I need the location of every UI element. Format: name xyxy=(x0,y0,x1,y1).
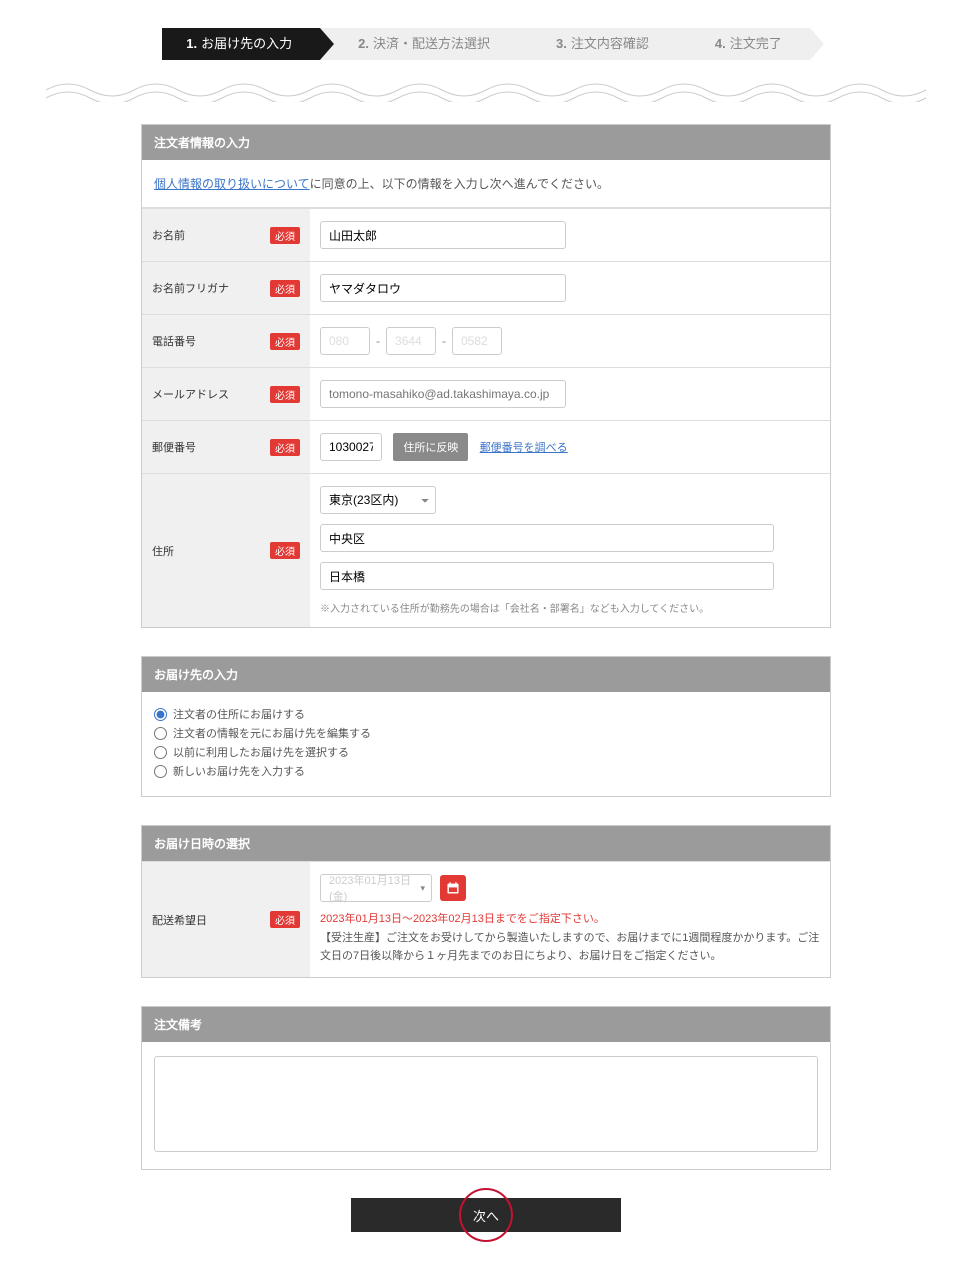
name-input[interactable] xyxy=(320,221,566,249)
address-label: 住所 必須 xyxy=(142,474,310,627)
shipping-radio-0[interactable] xyxy=(154,708,167,721)
address-note: ※入力されている住所が勤務先の場合は「会社名・部署名」なども入力してください。 xyxy=(320,600,820,615)
shipping-option[interactable]: 新しいお届け先を入力する xyxy=(154,763,818,779)
kana-input[interactable] xyxy=(320,274,566,302)
remarks-textarea[interactable] xyxy=(154,1056,818,1152)
delivery-date-label: 配送希望日 必須 xyxy=(142,862,310,977)
tel-label: 電話番号 必須 xyxy=(142,315,310,367)
postal-label: 郵便番号 必須 xyxy=(142,421,310,473)
postal-lookup-link[interactable]: 郵便番号を調べる xyxy=(480,442,568,454)
city-input[interactable] xyxy=(320,524,774,552)
remarks-heading: 注文備考 xyxy=(142,1007,830,1042)
shipping-option[interactable]: 注文者の情報を元にお届け先を編集する xyxy=(154,725,818,741)
tel-input-1[interactable] xyxy=(320,327,370,355)
prefecture-select[interactable]: 東京(23区内) xyxy=(320,486,436,514)
wave-divider xyxy=(46,78,926,102)
shipping-option[interactable]: 注文者の住所にお届けする xyxy=(154,706,818,722)
name-label: お名前 必須 xyxy=(142,209,310,261)
shipping-radio-2[interactable] xyxy=(154,746,167,759)
remarks-panel: 注文備考 xyxy=(141,1006,831,1170)
shipping-panel: お届け先の入力 注文者の住所にお届けする 注文者の情報を元にお届け先を編集する … xyxy=(141,656,831,797)
kana-label: お名前フリガナ 必須 xyxy=(142,262,310,314)
next-button[interactable]: 次へ xyxy=(351,1198,621,1232)
postal-input[interactable] xyxy=(320,433,382,461)
address-rest-input[interactable] xyxy=(320,562,774,590)
reflect-address-button[interactable]: 住所に反映 xyxy=(393,433,468,461)
tel-input-2[interactable] xyxy=(386,327,436,355)
privacy-notice: 個人情報の取り扱いについてに同意の上、以下の情報を入力し次へ進んでください。 xyxy=(142,160,830,208)
privacy-link[interactable]: 個人情報の取り扱いについて xyxy=(154,177,310,191)
calendar-icon[interactable] xyxy=(440,875,466,901)
shipping-radio-3[interactable] xyxy=(154,765,167,778)
delivery-heading: お届け日時の選択 xyxy=(142,826,830,861)
required-badge: 必須 xyxy=(270,227,300,244)
email-label: メールアドレス 必須 xyxy=(142,368,310,420)
shipping-option[interactable]: 以前に利用したお届け先を選択する xyxy=(154,744,818,760)
email-input[interactable] xyxy=(320,380,566,408)
step-4: 4.注文完了 xyxy=(677,28,810,60)
delivery-range-text: 2023年01月13日～2023年02月13日までをご指定下さい。 xyxy=(320,910,820,926)
step-2: 2.決済・配送方法選択 xyxy=(320,28,518,60)
delivery-desc-text: 【受注生産】ご注文をお受けしてから製造いたしますので、お届けまでに1週間程度かか… xyxy=(320,932,819,962)
orderer-heading: 注文者情報の入力 xyxy=(142,125,830,160)
tel-input-3[interactable] xyxy=(452,327,502,355)
shipping-heading: お届け先の入力 xyxy=(142,657,830,692)
delivery-date-select[interactable]: 2023年01月13日(金) xyxy=(320,874,432,902)
delivery-panel: お届け日時の選択 配送希望日 必須 2023年01月13日(金) 2023年01… xyxy=(141,825,831,978)
shipping-radio-1[interactable] xyxy=(154,727,167,740)
step-1: 1.お届け先の入力 xyxy=(162,28,320,60)
step-3: 3.注文内容確認 xyxy=(518,28,677,60)
checkout-steps: 1.お届け先の入力 2.決済・配送方法選択 3.注文内容確認 4.注文完了 xyxy=(0,28,972,60)
orderer-panel: 注文者情報の入力 個人情報の取り扱いについてに同意の上、以下の情報を入力し次へ進… xyxy=(141,124,831,628)
